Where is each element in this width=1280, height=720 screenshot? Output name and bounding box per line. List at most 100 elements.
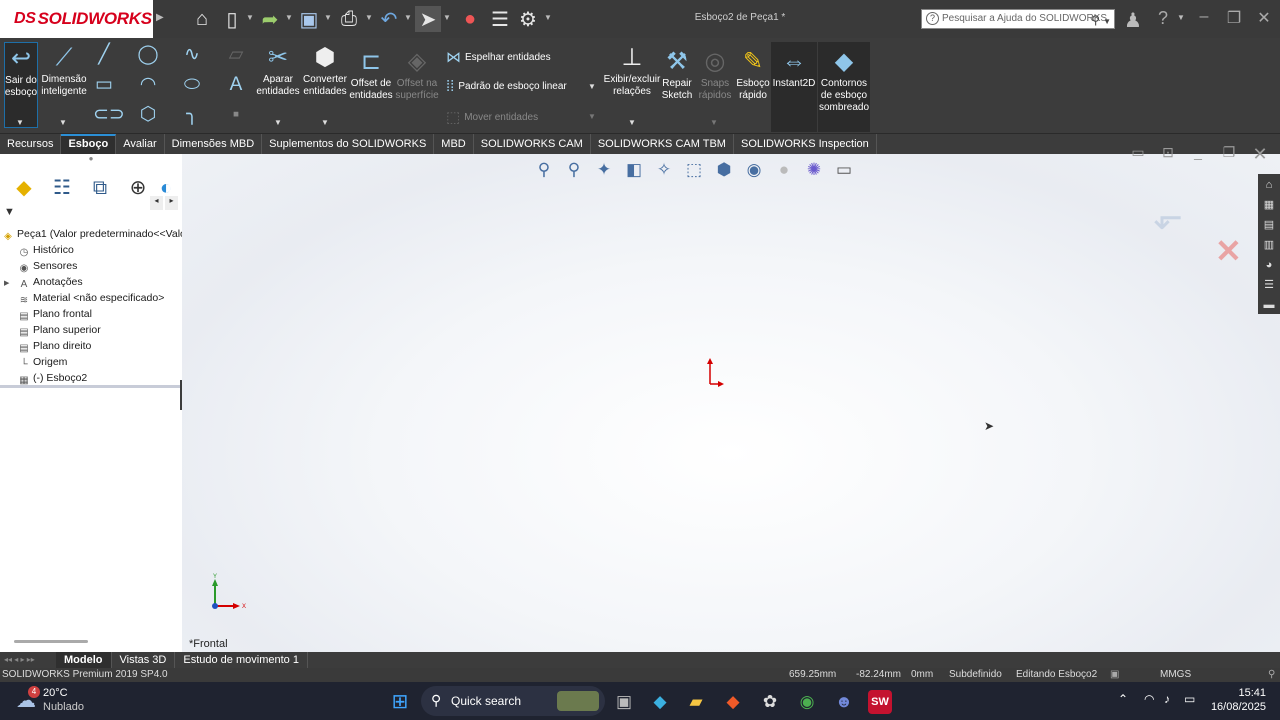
expand-arrow-icon[interactable]: ▶ (4, 276, 18, 290)
repair-sketch-button[interactable]: ⚒ Repair Sketch (661, 46, 693, 102)
panel-collapse-handle[interactable]: ● (0, 154, 182, 172)
file-explorer-icon[interactable]: ▰ (684, 690, 708, 714)
tab-avaliar[interactable]: Avaliar (116, 134, 165, 154)
feature-tree-icon[interactable]: ◆ (8, 175, 40, 201)
doc-restore-icon[interactable]: ❐ (1218, 144, 1240, 162)
tab-recursos[interactable]: Recursos (0, 134, 62, 154)
unit-system[interactable]: MMGS (1160, 668, 1191, 682)
smart-dimension-dropdown-icon[interactable]: ▼ (59, 118, 67, 127)
property-manager-icon[interactable]: ☷ (46, 175, 78, 201)
volume-icon[interactable]: ♪ (1164, 692, 1170, 706)
discord-icon[interactable]: ☻ (832, 690, 856, 714)
clock-date[interactable]: 16/08/2025 (1206, 701, 1266, 713)
tree-item-esboco2[interactable]: ▦ (-) Esboço2 (0, 370, 182, 386)
linear-pattern-button[interactable]: ⁞⁞ Padrão de esboço linear (446, 78, 567, 95)
rectangle-icon[interactable]: ▭ (93, 74, 115, 96)
rebuild-icon[interactable]: ● (457, 6, 483, 32)
copilot-icon[interactable]: ◆ (648, 690, 672, 714)
search-dropdown-icon[interactable]: ▼ (1103, 13, 1111, 31)
save-dropdown-icon[interactable]: ▼ (324, 13, 332, 23)
undo-icon[interactable]: ↶ (376, 6, 402, 32)
open-icon[interactable]: ➦ (257, 6, 283, 32)
offset-surface-button[interactable]: ◈ Offset na superfície (395, 46, 439, 102)
new-document-icon[interactable]: ▯ (219, 6, 245, 32)
solidworks-resources-icon[interactable]: ⌂ (1261, 176, 1277, 194)
exit-sketch-dropdown-icon[interactable]: ▼ (16, 118, 24, 127)
print-dropdown-icon[interactable]: ▼ (365, 13, 373, 23)
design-library-icon[interactable]: ▦ (1261, 196, 1277, 214)
slot-icon[interactable]: ⊂⊃ (93, 104, 125, 126)
plane-icon[interactable]: ▱ (225, 44, 247, 66)
help-icon[interactable]: ? (1151, 8, 1175, 30)
user-account-icon[interactable]: ♟ (1121, 8, 1145, 32)
brave-browser-icon[interactable]: ◆ (721, 690, 745, 714)
tab-mbd[interactable]: MBD (434, 134, 474, 154)
confirmation-cancel-icon[interactable]: ✕ (1215, 232, 1249, 269)
select-cursor-icon[interactable]: ➤ (415, 6, 441, 32)
rebuild-status-icon[interactable]: ▣ (1110, 668, 1119, 682)
tree-item-material[interactable]: ≋ Material <não especificado> (0, 290, 182, 306)
wifi-icon[interactable]: ◠ (1144, 692, 1154, 706)
tab-dimensoes-mbd[interactable]: Dimensões MBD (165, 134, 263, 154)
file-properties-icon[interactable]: ☰ (487, 6, 513, 32)
tab-modelo[interactable]: Modelo (56, 652, 112, 668)
instant2d-button[interactable]: ⇔ Instant2D (771, 42, 817, 132)
zoom-to-fit-icon[interactable]: ⚲ (532, 158, 556, 182)
new-dropdown-icon[interactable]: ▼ (246, 13, 254, 23)
rollback-bar[interactable] (0, 385, 182, 388)
appearances-icon[interactable]: ◕ (1261, 256, 1277, 274)
tab-estudo-movimento[interactable]: Estudo de movimento 1 (175, 652, 308, 668)
quick-snaps-button[interactable]: ◎ Snaps rápidos (697, 46, 733, 102)
relations-dropdown-icon[interactable]: ▼ (628, 118, 636, 127)
solidworks-logo[interactable]: DS SOLIDWORKS (0, 0, 153, 38)
task-view-icon[interactable]: ▣ (612, 690, 636, 714)
rapid-sketch-button[interactable]: ✎ Esboço rápido (736, 46, 770, 102)
tile-vertical-icon[interactable]: ⊡ (1157, 144, 1179, 162)
search-icon[interactable]: ⚲ (1091, 11, 1100, 29)
tree-item-plano-superior[interactable]: ▤ Plano superior (0, 322, 182, 338)
taskbar-search[interactable]: ⚲ Quick search (421, 686, 605, 716)
offset-entities-button[interactable]: ⊏ Offset de entidades (349, 46, 393, 102)
confirmation-exit-sketch-icon[interactable]: ⬐ (1153, 196, 1215, 240)
view-settings-icon[interactable]: ▭ (832, 158, 856, 182)
shaded-sketch-contours-button[interactable]: ◆ Contornos de esboço sombreado (818, 42, 870, 132)
windows-start-icon[interactable]: ⊞ (388, 690, 412, 714)
minimize-icon[interactable]: – (1192, 8, 1216, 30)
help-dropdown-icon[interactable]: ▼ (1177, 13, 1185, 23)
tree-item-anotacoes[interactable]: ▶ A Anotações (0, 274, 182, 290)
scroll-right-icon[interactable]: ▸ (165, 196, 178, 210)
customize-icon[interactable]: ⚲ (1268, 668, 1275, 682)
zoom-to-area-icon[interactable]: ⚲ (562, 158, 586, 182)
print-icon[interactable]: ⎙ (336, 6, 362, 32)
tree-item-plano-frontal[interactable]: ▤ Plano frontal (0, 306, 182, 322)
graphics-area[interactable] (182, 154, 1280, 652)
section-view-icon[interactable]: ◧ (622, 158, 646, 182)
clock-time[interactable]: 15:41 (1214, 687, 1266, 699)
tree-item-origem[interactable]: └ Origem (0, 354, 182, 370)
weather-condition[interactable]: Nublado (43, 701, 84, 713)
tab-solidworks-cam[interactable]: SOLIDWORKS CAM (474, 134, 591, 154)
ellipse-icon[interactable]: ⬭ (181, 74, 203, 96)
apply-scene-icon[interactable]: ✺ (802, 158, 826, 182)
open-dropdown-icon[interactable]: ▼ (285, 13, 293, 23)
doc-close-icon[interactable]: ✕ (1249, 144, 1271, 164)
view-palette-icon[interactable]: ▥ (1261, 236, 1277, 254)
snaps-dropdown-icon[interactable]: ▼ (710, 118, 718, 127)
text-icon[interactable]: A (225, 74, 247, 96)
chatgpt-icon[interactable]: ✿ (758, 690, 782, 714)
select-dropdown-icon[interactable]: ▼ (443, 13, 451, 23)
weather-temperature[interactable]: 20°C (43, 687, 68, 699)
filter-icon[interactable]: ▼ (4, 206, 15, 218)
undo-dropdown-icon[interactable]: ▼ (404, 13, 412, 23)
hide-show-items-icon[interactable]: ◉ (742, 158, 766, 182)
point-icon[interactable]: ▪ (225, 104, 247, 126)
home-icon[interactable]: ⌂ (189, 6, 215, 32)
mirror-entities-button[interactable]: ⋈ Espelhar entidades (446, 48, 551, 66)
display-style-icon[interactable]: ⬢ (712, 158, 736, 182)
view-orientation-icon[interactable]: ⬚ (682, 158, 706, 182)
tab-solidworks-inspection[interactable]: SOLIDWORKS Inspection (734, 134, 877, 154)
exit-sketch-button[interactable]: ↩ Sair do esboço (4, 42, 38, 128)
menu-expand-icon[interactable]: ▶ (156, 12, 164, 23)
trim-entities-button[interactable]: ✂ Aparar entidades (256, 42, 300, 98)
tab-suplementos[interactable]: Suplementos do SOLIDWORKS (262, 134, 435, 154)
